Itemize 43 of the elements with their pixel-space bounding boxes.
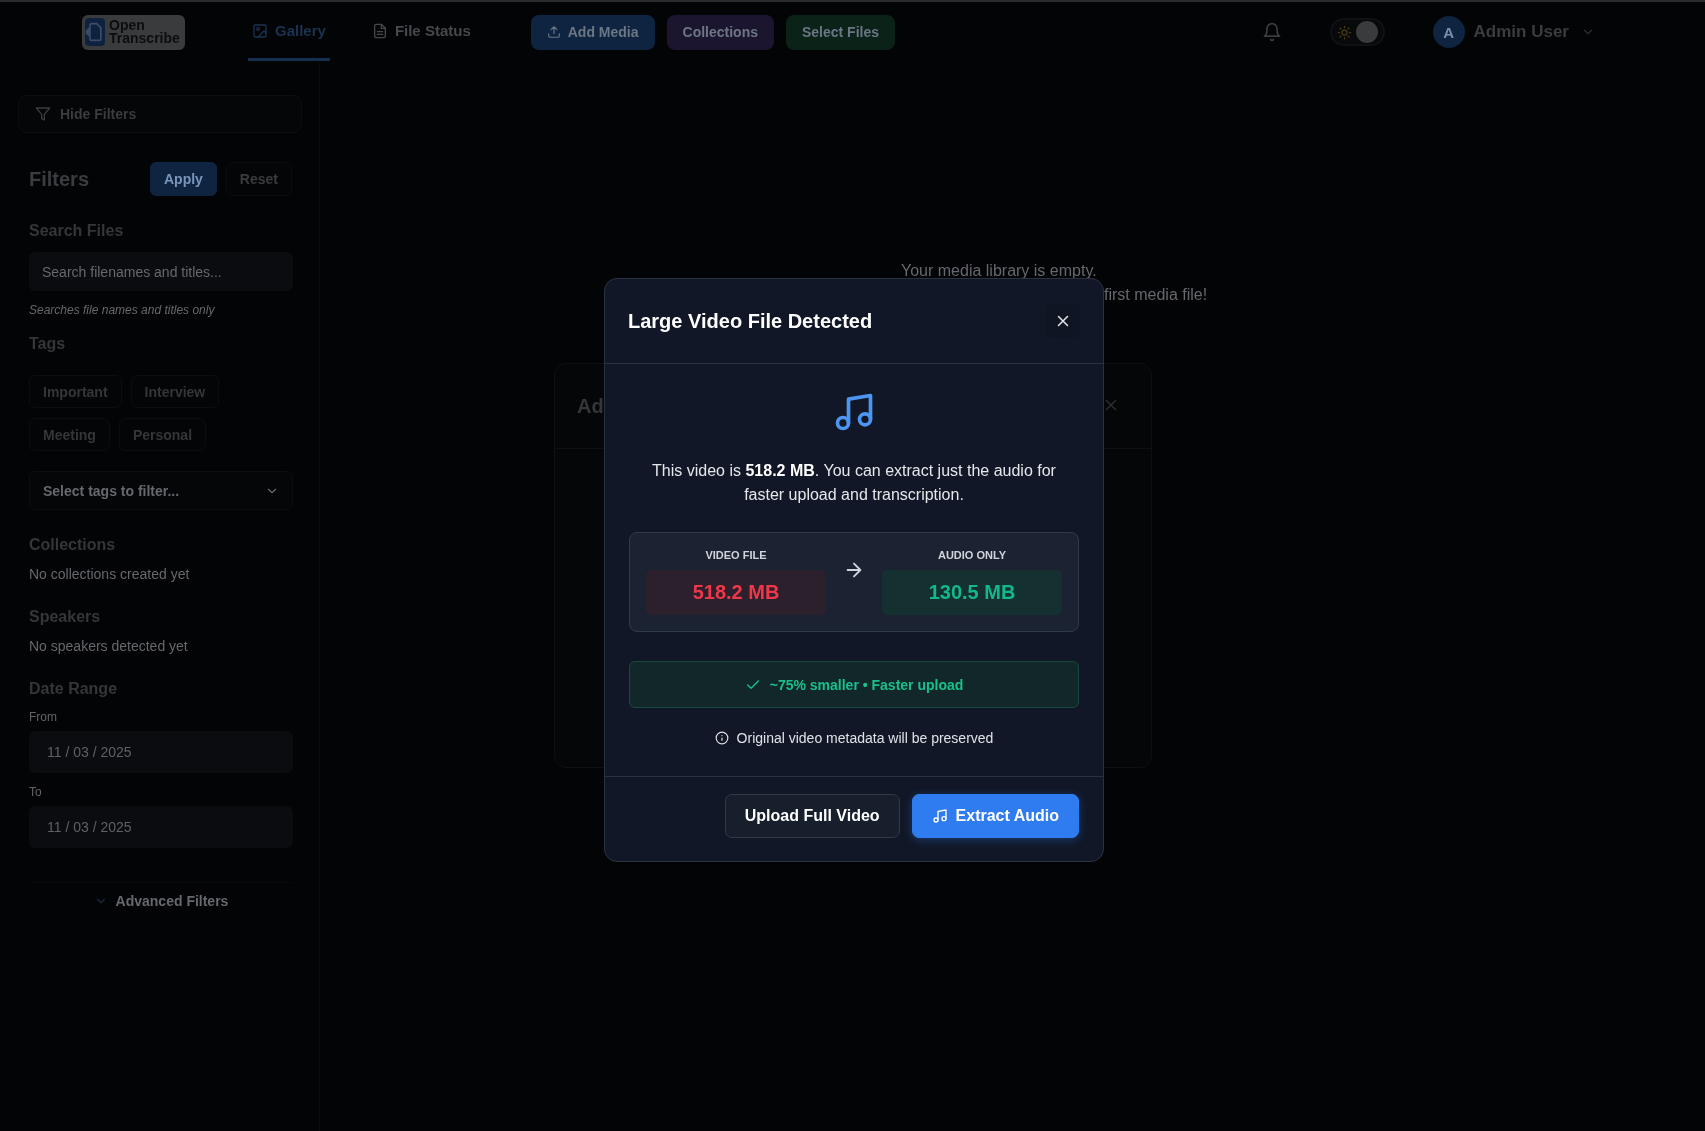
field-label: From	[29, 710, 58, 724]
nav-tab[interactable]: Gallery	[248, 3, 330, 61]
advanced-filters-toggle[interactable]: Advanced Filters	[87, 892, 235, 910]
filters-heading: Filters	[29, 167, 91, 191]
image-icon	[252, 22, 268, 39]
sun-icon	[1336, 24, 1352, 40]
user-avatar[interactable]: A	[1432, 16, 1465, 48]
field-label: To	[29, 785, 43, 799]
date-field[interactable]: 11 / 03 / 2025	[29, 731, 293, 773]
info-note: Original video metadata will be preserved	[736, 730, 994, 746]
tag-select[interactable]: Select tags to filter...	[29, 471, 293, 510]
upload-button[interactable]: Upload Full Video	[724, 794, 900, 838]
search-field[interactable]: Search filenames and titles...	[29, 252, 293, 291]
size-value: 130.5 MB	[882, 570, 1062, 615]
empty-note: No collections created yet	[29, 566, 191, 582]
close-button[interactable]	[1046, 304, 1080, 338]
document-icon	[371, 22, 388, 39]
nav-tab[interactable]: File Status	[367, 3, 475, 61]
music-note-icon	[931, 808, 948, 824]
action-button[interactable]: Select Files	[786, 14, 896, 50]
savings-text: ~75% smaller • Faster upload	[769, 676, 964, 693]
action-button[interactable]: Collections	[666, 14, 774, 50]
bell-icon[interactable]	[1261, 22, 1282, 42]
extract-audio-button[interactable]: Extract Audio	[911, 794, 1079, 838]
dialog-message: This video is 518.2 MB. You can extract just the audio for faster upload and transcription.	[651, 461, 1057, 505]
theme-toggle[interactable]	[1329, 18, 1385, 46]
search-hint: Searches file names and titles only	[29, 303, 216, 317]
hide-filters-button[interactable]: Hide Filters	[18, 95, 302, 133]
user-name[interactable]: Admin User	[1473, 22, 1569, 42]
size-label: AUDIO ONLY	[937, 549, 1006, 561]
action-button[interactable]: Add Media	[530, 14, 655, 50]
dialog-title: Large Video File Detected	[628, 309, 873, 333]
empty-state-text: Your media library is empty.	[901, 262, 1097, 280]
size-value: 518.2 MB	[646, 570, 826, 615]
upload-icon	[546, 25, 561, 39]
empty-state-text: first media file!	[1104, 286, 1208, 304]
size-label: VIDEO FILE	[705, 549, 767, 561]
empty-note: No speakers detected yet	[29, 638, 189, 654]
filter-icon	[35, 106, 51, 122]
reset-button[interactable]: Reset	[225, 162, 292, 196]
apply-button[interactable]: Apply	[149, 162, 217, 196]
date-field[interactable]: 11 / 03 / 2025	[29, 806, 293, 848]
info-icon	[714, 731, 729, 745]
